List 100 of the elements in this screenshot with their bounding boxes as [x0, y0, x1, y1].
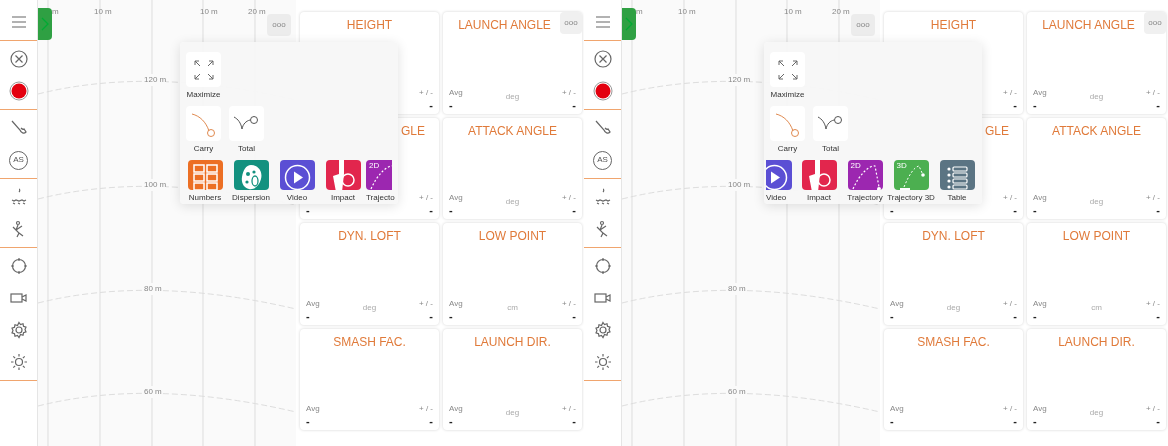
metric-title: LAUNCH ANGLE — [1042, 17, 1135, 34]
total-tile[interactable] — [813, 106, 848, 141]
unit-label: deg — [946, 301, 961, 314]
tile-label: Impact — [331, 192, 355, 204]
spread-value: - — [429, 98, 433, 111]
axis-label: 10 m — [200, 6, 218, 18]
settings-icon[interactable] — [9, 321, 28, 339]
spread-label: + / - — [560, 403, 576, 415]
tile-label: Trajectory 3D — [887, 192, 935, 204]
spread-value: - — [1013, 309, 1017, 322]
spread-label: + / - — [1144, 86, 1160, 99]
metric-title: LOW POINT — [478, 228, 547, 245]
golf-club-icon[interactable] — [593, 119, 612, 137]
more-button[interactable]: ooo — [1144, 12, 1166, 34]
avg-label: Avg — [1033, 192, 1048, 204]
metric-title: GLE — [400, 122, 425, 140]
tile-label: Total — [822, 143, 839, 155]
record-icon[interactable] — [592, 81, 613, 101]
avg-label: Avg — [1033, 403, 1048, 415]
dispersion-tile[interactable] — [233, 160, 269, 190]
crosshair-icon[interactable] — [593, 257, 612, 275]
avg-value: - — [449, 204, 453, 216]
unit-label: cm — [507, 301, 518, 314]
video-tile[interactable] — [766, 160, 792, 190]
numbers-tile[interactable] — [187, 160, 223, 190]
spread-label: + / - — [560, 86, 576, 99]
metric-title: ATTACK ANGLE — [1052, 122, 1141, 140]
metric-title: HEIGHT — [346, 17, 393, 34]
axis-label: 20 m — [832, 6, 850, 18]
tile-label: Numbers — [188, 192, 222, 204]
more-button[interactable]: ooo — [267, 14, 291, 36]
axis-label: 10 m — [784, 6, 802, 18]
distance-label: 80 m — [144, 283, 162, 295]
distance-label: 100 m — [144, 179, 167, 191]
video-tile[interactable] — [279, 160, 315, 190]
record-icon[interactable] — [8, 81, 29, 101]
more-button[interactable]: ooo — [851, 14, 875, 36]
metric-title: LAUNCH DIR. — [474, 333, 551, 351]
spread-value: - — [1156, 309, 1160, 322]
avg-label: Avg — [306, 403, 321, 415]
camera-icon[interactable] — [593, 291, 612, 305]
spread-value: - — [429, 415, 433, 427]
maximize-tile[interactable] — [770, 52, 805, 87]
trajectory-tile[interactable]: 2D — [847, 160, 883, 190]
metric-title: DYN. LOFT — [338, 228, 401, 245]
metric-title: GLE — [984, 122, 1009, 140]
impact-tile[interactable] — [325, 160, 361, 190]
avg-value: - — [1033, 98, 1037, 111]
axis-label: m — [52, 6, 59, 18]
metric-title: HEIGHT — [930, 17, 977, 34]
tile-label: Total — [238, 143, 255, 155]
avg-value: - — [449, 98, 453, 111]
carry-tile[interactable] — [186, 106, 221, 141]
unit-label: deg — [505, 196, 520, 208]
more-button[interactable]: ooo — [560, 12, 582, 34]
tile-label: Video — [766, 192, 787, 204]
avg-label: Avg — [449, 297, 464, 310]
tile-label: Trajecto — [366, 192, 395, 204]
trajectory-3d-tile[interactable]: 3D — [893, 160, 929, 190]
settings-icon[interactable] — [593, 321, 612, 339]
total-tile[interactable] — [229, 106, 264, 141]
spread-value: - — [1156, 204, 1160, 216]
unit-label: deg — [1089, 90, 1104, 103]
golf-club-icon[interactable] — [9, 119, 28, 137]
trajectory-tile[interactable]: 2D — [366, 160, 392, 190]
unit-label: deg — [362, 301, 377, 314]
camera-icon[interactable] — [9, 291, 28, 305]
tile-label: Trajectory — [847, 192, 883, 204]
spread-label: + / - — [1144, 192, 1160, 204]
axis-label: 20 m — [248, 6, 266, 18]
close-icon[interactable] — [593, 50, 612, 68]
close-icon[interactable] — [9, 50, 28, 68]
metric-title: LOW POINT — [1062, 228, 1131, 245]
carry-tile[interactable] — [770, 106, 805, 141]
dimension-label: 2D — [369, 162, 380, 170]
spread-label: + / - — [417, 297, 433, 310]
chevron-right-icon — [625, 17, 633, 31]
avg-value: - — [890, 204, 894, 216]
avg-value: - — [1033, 204, 1037, 216]
spread-label: + / - — [1002, 86, 1017, 99]
spread-label: + / - — [1002, 403, 1017, 415]
dimension-label: 2D — [850, 162, 861, 170]
tile-label: Video — [286, 192, 308, 204]
metric-title: SMASH FAC. — [917, 333, 990, 351]
maximize-tile[interactable] — [186, 52, 221, 87]
crosshair-icon[interactable] — [9, 257, 28, 275]
avg-label: Avg — [306, 297, 321, 310]
brightness-icon[interactable] — [9, 353, 28, 371]
tile-label: Dispersion — [232, 192, 270, 204]
distance-label: 60 m — [144, 386, 162, 398]
avg-value: - — [1033, 309, 1037, 322]
metric-title: DYN. LOFT — [922, 228, 985, 245]
table-tile[interactable] — [939, 160, 975, 190]
avg-label: Avg — [890, 403, 905, 415]
impact-tile[interactable] — [801, 160, 837, 190]
unit-label: deg — [505, 90, 520, 103]
distance-label: 120 m — [144, 74, 167, 86]
spread-value: - — [429, 204, 433, 216]
spread-value: - — [1013, 204, 1017, 216]
brightness-icon[interactable] — [593, 353, 612, 371]
